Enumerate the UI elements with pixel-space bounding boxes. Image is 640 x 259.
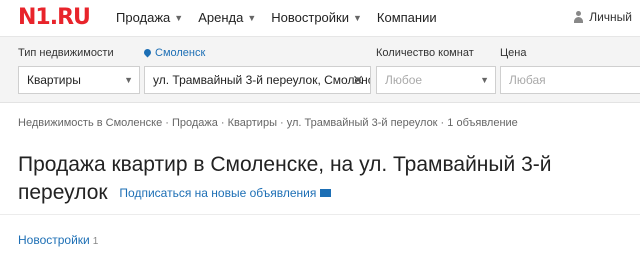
chevron-down-icon: ▼ [480, 75, 489, 85]
nav-item-rent[interactable]: Аренда ▼ [198, 10, 256, 25]
nav-item-new-buildings[interactable]: Новостройки ▼ [271, 10, 362, 25]
property-type-value: Квартиры [27, 73, 81, 87]
divider [0, 214, 640, 215]
address-input[interactable]: ул. Трамвайный 3-й переулок, Смоленск ✕ [144, 66, 371, 94]
chevron-down-icon: ▼ [174, 12, 184, 23]
price-label: Цена [500, 47, 527, 59]
user-menu[interactable]: Личный [573, 10, 632, 24]
rooms-select[interactable]: Любое ▼ [376, 66, 496, 94]
rooms-placeholder: Любое [385, 73, 423, 87]
city-selector[interactable]: Смоленск [144, 47, 205, 59]
city-label: Смоленск [155, 47, 206, 59]
nav-item-label: Аренда [198, 10, 244, 25]
search-filters: Тип недвижимости Квартиры ▼ Смоленск ул. … [0, 37, 640, 103]
subcategory-link[interactable]: Новостройки 1 [18, 233, 98, 247]
nav-item-label: Новостройки [271, 10, 349, 25]
subcategory-label: Новостройки [18, 233, 90, 247]
property-type-select[interactable]: Квартиры ▼ [18, 66, 140, 94]
subscribe-link[interactable]: Подписаться на новые объявления [119, 186, 332, 200]
top-bar: N1.RU Продажа ▼ Аренда ▼ Новостройки ▼ Комп… [0, 0, 640, 37]
subcategory-count: 1 [92, 236, 99, 247]
mail-icon [320, 189, 332, 197]
logo[interactable]: N1.RU [18, 6, 91, 30]
rooms-label: Количество комнат [376, 47, 474, 59]
location-pin-icon [144, 49, 151, 58]
breadcrumb[interactable]: Недвижимость в Смоленске · Продажа · Ква… [18, 117, 518, 129]
page-title-block: Продажа квартир в Смоленске, на ул. Трам… [18, 151, 578, 207]
nav-item-label: Продажа [116, 10, 171, 25]
user-icon [573, 11, 584, 23]
chevron-down-icon: ▼ [247, 12, 257, 23]
chevron-down-icon: ▼ [352, 12, 362, 23]
address-value: ул. Трамвайный 3-й переулок, Смоленск [153, 73, 371, 87]
clear-icon[interactable]: ✕ [352, 67, 364, 93]
main-nav: Продажа ▼ Аренда ▼ Новостройки ▼ Компании [116, 10, 452, 25]
chevron-down-icon: ▼ [124, 75, 133, 85]
price-placeholder: Любая [509, 73, 546, 87]
property-type-label: Тип недвижимости [18, 47, 114, 59]
nav-item-companies[interactable]: Компании [377, 10, 437, 25]
nav-item-sale[interactable]: Продажа ▼ [116, 10, 183, 25]
user-label: Личный [589, 10, 632, 24]
price-select[interactable]: Любая [500, 66, 640, 94]
nav-item-label: Компании [376, 10, 437, 25]
subscribe-label: Подписаться на новые объявления [119, 186, 317, 200]
